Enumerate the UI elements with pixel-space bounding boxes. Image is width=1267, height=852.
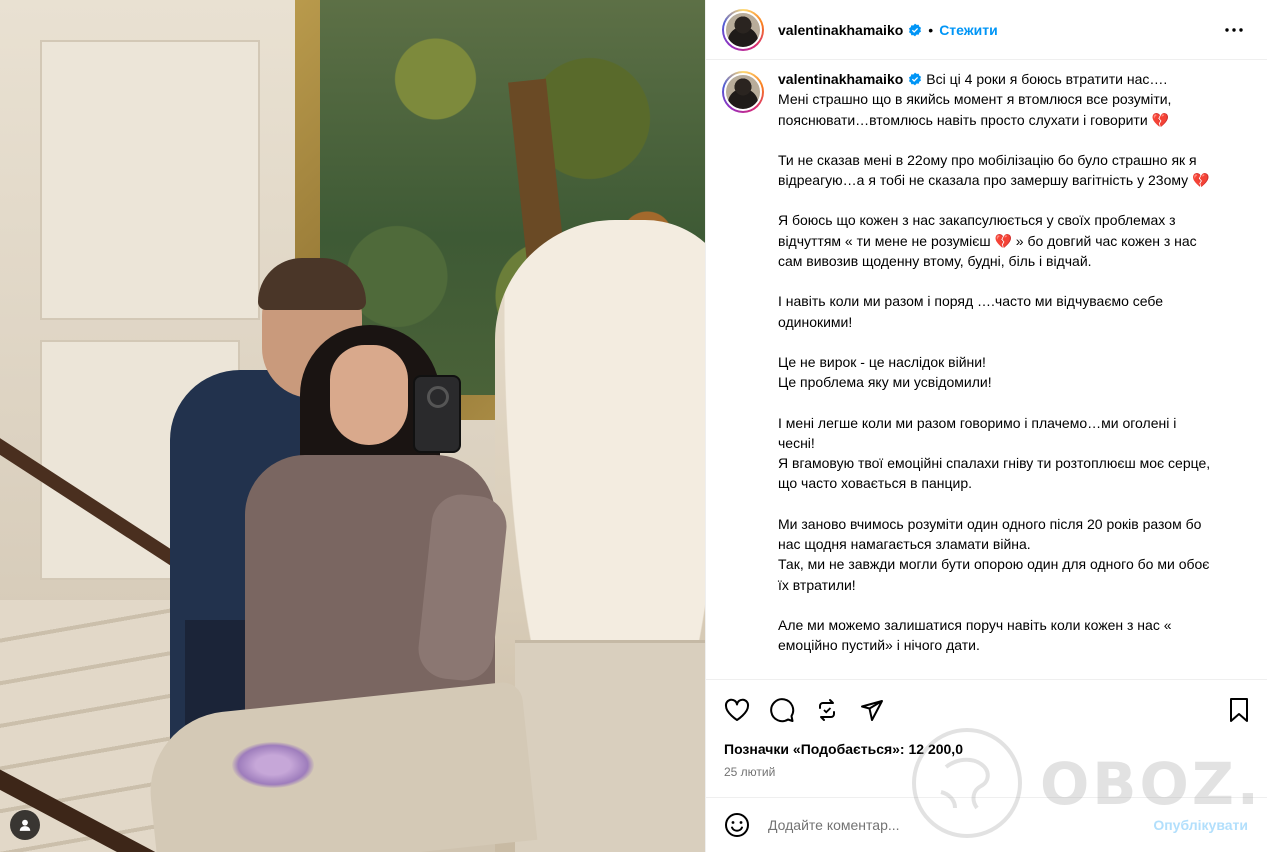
avatar[interactable]	[722, 8, 764, 51]
caption-paragraph: Ти не сказав мені в 22ому про мобілізаці…	[778, 151, 1210, 189]
bookmark-icon[interactable]	[1225, 696, 1253, 724]
comment-input[interactable]	[768, 810, 1128, 840]
more-options-icon[interactable]	[1222, 18, 1246, 42]
caption-username[interactable]: valentinakhamaiko	[778, 71, 903, 87]
flower	[232, 742, 314, 788]
phone-camera	[427, 386, 449, 408]
verified-badge-icon	[908, 23, 922, 37]
caption-area: valentinakhamaiko Всі ці 4 роки я боюсь в…	[706, 61, 1267, 678]
caption-paragraph: Це не вирок - це наслідок війни! Це проб…	[778, 353, 992, 391]
emoji-icon[interactable]	[724, 812, 750, 838]
post-sidebar: valentinakhamaiko • Стежити valentinakha…	[705, 0, 1267, 852]
user-tag-icon[interactable]	[10, 810, 40, 840]
caption-paragraph: Я боюсь що кожен з нас закапсулюється у …	[778, 212, 1201, 270]
share-icon[interactable]	[813, 696, 841, 724]
verified-badge-icon	[908, 72, 922, 86]
caption-avatar[interactable]	[722, 71, 764, 113]
comment-icon[interactable]	[768, 696, 796, 724]
caption-paragraph: І мені легше коли ми разом говоримо і пл…	[778, 414, 1211, 492]
caption-paragraph: Але ми можемо залишатися поруч навіть ко…	[778, 616, 1176, 654]
follow-button[interactable]: Стежити	[939, 22, 998, 38]
post-date[interactable]: 25 лютий	[724, 765, 775, 779]
post-photo[interactable]	[0, 0, 705, 852]
caption-paragraph: Ми заново вчимось розуміти один одного п…	[778, 515, 1210, 593]
heart-icon[interactable]	[723, 696, 751, 724]
caption-paragraph: І навіть коли ми разом і поряд ….часто м…	[778, 293, 1167, 330]
separator-dot: •	[928, 21, 934, 38]
post-header: valentinakhamaiko • Стежити	[706, 0, 1267, 60]
publish-button[interactable]: Опублікувати	[1153, 817, 1248, 833]
caption: valentinakhamaiko Всі ці 4 роки я боюсь в…	[778, 69, 1214, 678]
action-bar	[706, 679, 1267, 739]
comment-bar: Опублікувати	[706, 797, 1267, 852]
pedestal	[515, 640, 705, 852]
send-icon[interactable]	[858, 696, 886, 724]
wall-panel	[40, 40, 260, 320]
likes-count[interactable]: Позначки «Подобається»: 12 200,0	[724, 741, 963, 757]
woman-face	[330, 345, 408, 445]
caption-paragraph: valentinakhamaiko Всі ці 4 роки я боюсь в…	[778, 69, 1214, 130]
username-link[interactable]: valentinakhamaiko	[778, 22, 903, 38]
